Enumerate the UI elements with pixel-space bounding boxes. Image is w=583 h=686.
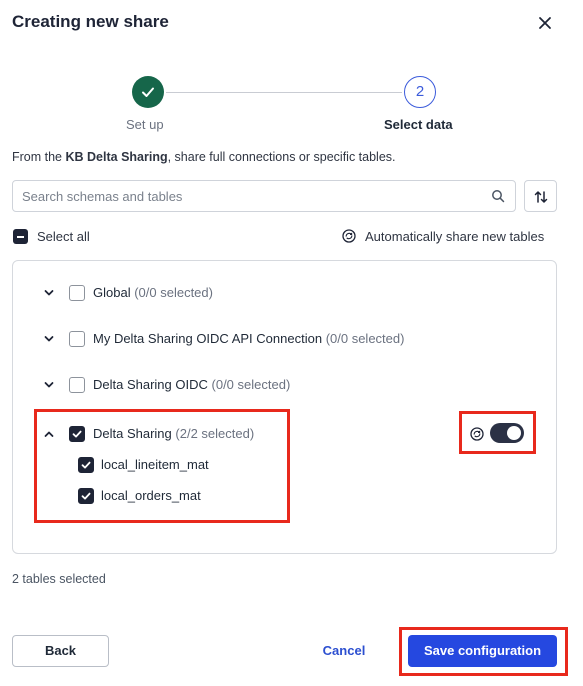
selected-tables-summary: 2 tables selected — [12, 572, 106, 586]
auto-share-icon — [342, 229, 356, 243]
step-1-complete-indicator — [132, 76, 164, 108]
step-2-label: Select data — [384, 117, 453, 132]
auto-share-label[interactable]: Automatically share new tables — [365, 229, 544, 244]
connection-name: Global — [93, 285, 131, 300]
connection-row-oidc[interactable]: Delta Sharing OIDC (0/0 selected) — [93, 377, 290, 392]
chevron-down-icon[interactable] — [43, 333, 55, 345]
sort-icon — [534, 191, 548, 203]
connection-row-global[interactable]: Global (0/0 selected) — [93, 285, 213, 300]
chevron-down-icon[interactable] — [43, 379, 55, 391]
connection-count: (0/0 selected) — [134, 285, 213, 300]
search-input[interactable] — [13, 181, 473, 211]
connection-name: My Delta Sharing OIDC API Connection — [93, 331, 323, 346]
step-2-number: 2 — [404, 76, 436, 108]
cancel-button[interactable]: Cancel — [310, 635, 378, 667]
highlight-box-save — [399, 627, 568, 676]
connection-count: (0/0 selected) — [325, 331, 405, 346]
highlight-box-toggle — [459, 411, 536, 454]
dialog-title: Creating new share — [12, 12, 169, 31]
select-all-checkbox[interactable] — [13, 229, 28, 244]
connection-checkbox-oidc-api[interactable] — [69, 331, 85, 347]
chevron-down-icon[interactable] — [43, 287, 55, 299]
create-share-dialog: Creating new share 2 Set up Select data … — [0, 0, 583, 686]
check-icon — [142, 87, 154, 97]
close-icon[interactable] — [536, 14, 554, 32]
connection-count: (0/0 selected) — [211, 377, 291, 392]
intro-prefix: From the — [12, 150, 66, 164]
intro-text: From the KB Delta Sharing, share full co… — [12, 150, 396, 164]
stepper-connector — [166, 92, 402, 93]
connection-checkbox-oidc[interactable] — [69, 377, 85, 393]
search-icon[interactable] — [491, 189, 505, 203]
back-button[interactable]: Back — [12, 635, 109, 667]
highlight-box-delta-sharing — [34, 409, 290, 523]
connection-name: Delta Sharing OIDC — [93, 377, 208, 392]
intro-suffix: , share full connections or specific tab… — [167, 150, 396, 164]
select-all-label[interactable]: Select all — [37, 229, 90, 244]
connection-row-oidc-api[interactable]: My Delta Sharing OIDC API Connection (0/… — [93, 331, 404, 346]
search-box — [12, 180, 516, 212]
sort-button[interactable] — [524, 180, 557, 212]
intro-source-name: KB Delta Sharing — [65, 150, 168, 164]
connection-checkbox-global[interactable] — [69, 285, 85, 301]
step-1-label: Set up — [126, 117, 164, 132]
